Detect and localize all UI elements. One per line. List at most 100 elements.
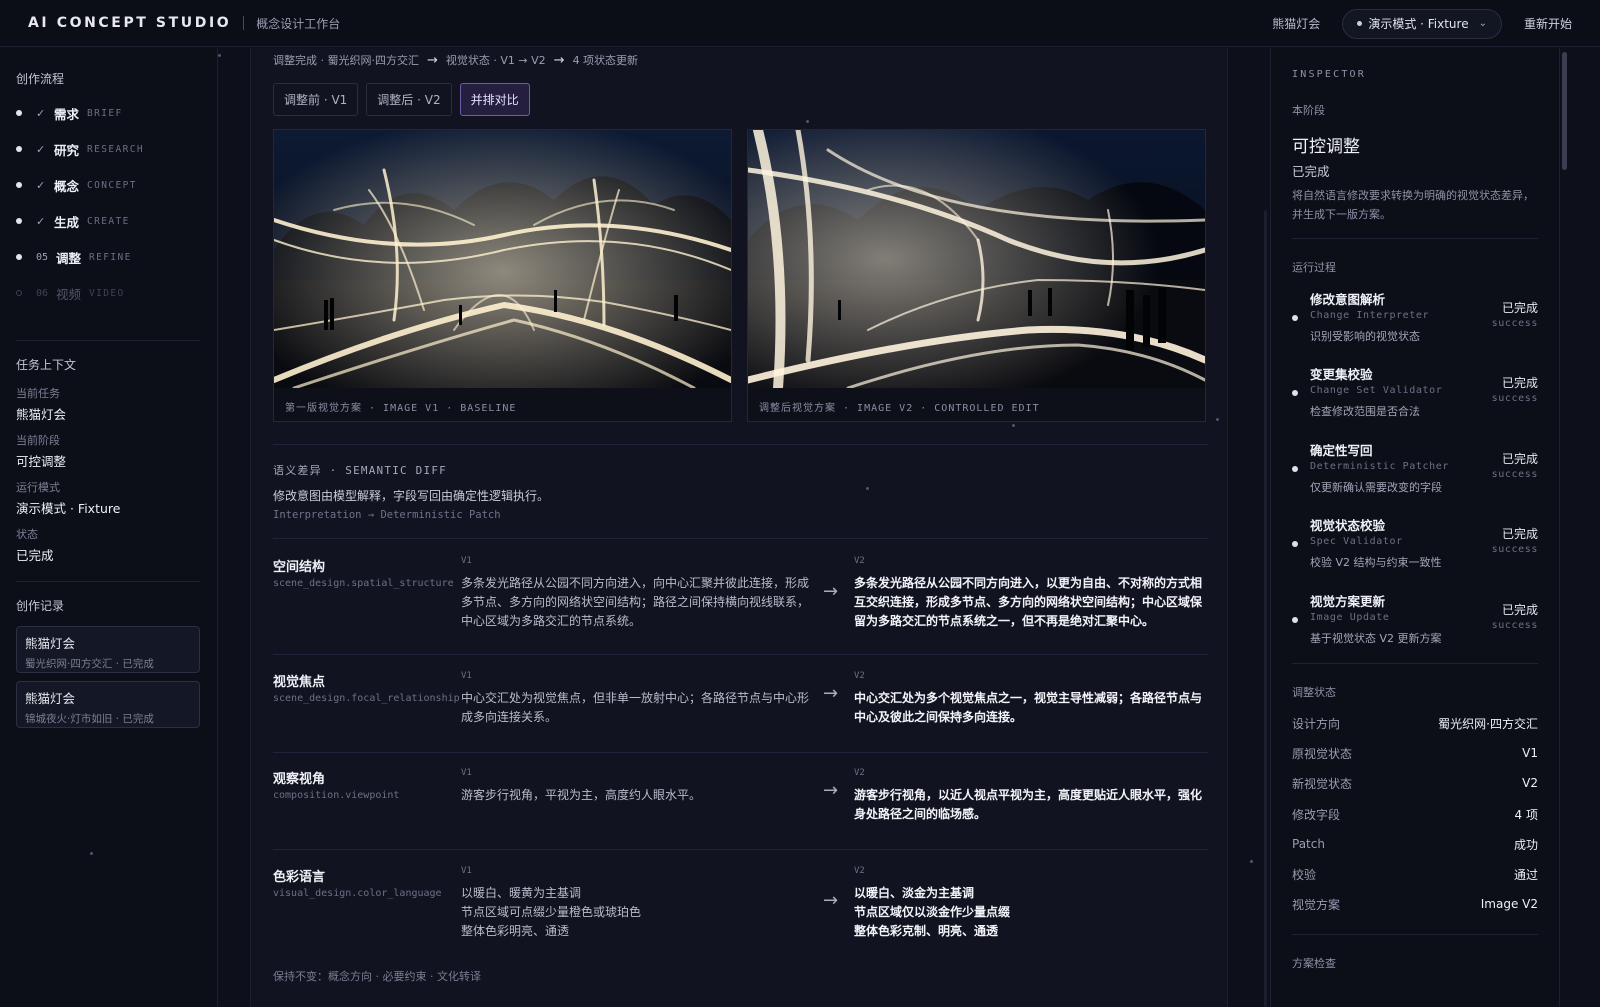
process-name-en: Deterministic Patcher [1310,461,1450,472]
sparkle-dot [90,852,93,855]
process-dot-icon [1292,617,1298,623]
step-research[interactable]: ✓ 研究 RESEARCH [16,139,144,159]
image-card-v1[interactable]: 第一版视觉方案 · IMAGE V1 · BASELINE [273,129,732,422]
process-dot-icon [1292,541,1298,547]
record-card[interactable]: 熊猫灯会 锦城夜火·灯市如旧 · 已完成 [16,681,200,728]
adjust-value: 蜀光织网·四方交汇 [1438,716,1538,731]
step-create[interactable]: ✓ 生成 CREATE [16,211,130,231]
sparkle-dot [806,120,809,123]
top-actions: 熊猫灯会 演示模式 · Fixture ⌄ 重新开始 [1272,0,1572,47]
adjust-row: 设计方向 蜀光织网·四方交汇 [1292,713,1538,733]
step-number: 05 [36,251,49,263]
restart-button[interactable]: 重新开始 [1524,15,1572,32]
process-step: 变更集校验 Change Set Validator 检查修改范围是否合法 已完… [1292,364,1538,428]
step-refine[interactable]: 05 调整 REFINE [16,247,132,267]
step-label-en: BRIEF [87,107,123,119]
image-caption-v1: 第一版视觉方案 · IMAGE V1 · BASELINE [285,403,517,414]
tab-before-v1[interactable]: 调整前 · V1 [273,83,359,116]
inspector-tag: INSPECTOR [1292,69,1366,80]
brand-logo: AI CONCEPT STUDIO [28,15,232,31]
stage-description: 将自然语言修改要求转换为明确的视觉状态差异，并生成下一版方案。 [1292,189,1534,221]
process-title: 运行过程 [1292,261,1336,274]
breadcrumb: 调整完成 · 蜀光织网·四方交汇 → 视觉状态 · V1 → V2 → 4 项状… [273,52,638,68]
lantern-scene-v2 [748,130,1205,388]
diff-v1-line: 节点区域可点缀少量橙色或琥珀色 [461,905,642,919]
row-divider [273,849,1208,850]
adjust-value: V1 [1522,746,1538,760]
tab-side-by-side[interactable]: 并排对比 [459,83,530,116]
image-caption-v2: 调整后视觉方案 · IMAGE V2 · CONTROLLED EDIT [759,403,1040,414]
v1-tag: V1 [461,866,472,876]
inspector-divider [1292,238,1538,239]
diff-field-key: scene_design.spatial_structure [273,578,454,589]
record-card[interactable]: 熊猫灯会 蜀光织网·四方交汇 · 已完成 [16,626,200,673]
main-scrollbar[interactable] [1264,210,1267,1007]
step-label-en: VIDEO [89,287,125,299]
record-title: 熊猫灯会 [25,636,76,651]
breadcrumb-item: 4 项状态更新 [572,54,639,67]
process-name: 视觉方案更新 [1310,594,1386,609]
record-title: 熊猫灯会 [25,691,76,706]
sparkle-dot [1250,860,1253,863]
process-status-en: success [1491,620,1538,631]
adjust-row: 新视觉状态 V2 [1292,773,1538,793]
diff-label: 色彩语言 [273,870,326,885]
sparkle-dot [218,54,221,57]
chevron-down-icon: ⌄ [1478,18,1487,29]
arrow-right-icon: → [823,581,839,602]
diff-v1-line: 以暖白、暖黄为主基调 [461,886,582,900]
brand-subtitle: 概念设计工作台 [256,16,341,31]
process-status: 已完成 [1501,603,1538,617]
adjust-value: V2 [1522,776,1538,790]
adjust-value: 通过 [1513,867,1538,882]
context-value: 可控调整 [16,454,67,469]
mode-selector[interactable]: 演示模式 · Fixture ⌄ [1342,8,1502,39]
process-status-en: success [1491,318,1538,329]
step-label-en: CREATE [87,215,130,227]
adjust-row: Patch 成功 [1292,834,1538,854]
status-dot-icon [1357,21,1363,26]
stage-status: 已完成 [1292,164,1330,179]
diff-v1-text: 游客步行视角，平视为主，高度约人眼水平。 [461,788,702,802]
diff-v2-line: 整体色彩克制、明亮、通透 [854,924,999,938]
sidebar-divider [16,340,200,341]
step-video[interactable]: 06 视频 VIDEO [16,283,125,303]
process-desc: 基于视觉状态 V2 更新方案 [1310,632,1442,645]
step-label: 需求 [54,106,80,122]
check-icon: ✓ [36,178,46,192]
process-step: 视觉方案更新 Image Update 基于视觉状态 V2 更新方案 已完成 s… [1292,591,1538,655]
process-desc: 检查修改范围是否合法 [1310,405,1420,418]
semantic-diff-subtitle: Interpretation → Deterministic Patch [273,509,501,521]
check-title: 方案检查 [1292,957,1336,970]
diff-v2-text: 多条发光路径从公园不同方向进入，以更为自由、不对称的方式相互交织连接，形成多节点… [854,576,1203,628]
step-concept[interactable]: ✓ 概念 CONCEPT [16,175,137,195]
process-desc: 校验 V2 结构与约束一致性 [1310,556,1442,569]
step-brief[interactable]: ✓ 需求 BRIEF [16,103,123,123]
breadcrumb-arrow-icon: → [427,52,438,68]
diff-label: 空间结构 [273,560,326,575]
context-title: 任务上下文 [16,358,77,372]
diff-v2-text: 游客步行视角，以近人视点平视为主，高度更贴近人眼水平，强化身处路径之间的临场感。 [854,788,1203,821]
inspector-scrollbar[interactable] [1562,52,1567,170]
adjust-key: Patch [1292,837,1325,851]
context-label: 状态 [16,528,38,541]
diff-v1-text: 中心交汇处为视觉焦点，但非单一放射中心；各路径节点与中心形成多向连接关系。 [461,691,810,724]
step-label-en: RESEARCH [87,143,144,155]
adjust-value: Image V2 [1480,897,1538,911]
step-label: 视频 [56,286,82,302]
context-label: 运行模式 [16,481,60,494]
image-card-v2[interactable]: 调整后视觉方案 · IMAGE V2 · CONTROLLED EDIT [747,129,1206,422]
process-status: 已完成 [1501,527,1538,541]
process-status: 已完成 [1501,452,1538,466]
adjust-key: 设计方向 [1292,716,1341,731]
v2-tag: V2 [854,671,865,681]
step-label: 概念 [54,178,80,194]
current-task-label: 熊猫灯会 [1272,17,1321,31]
context-value: 熊猫灯会 [16,407,67,422]
tab-after-v2[interactable]: 调整后 · V2 [366,83,452,116]
flow-title: 创作流程 [16,72,65,86]
check-icon: ✓ [36,142,46,156]
render-image-v1 [274,130,731,388]
arrow-right-icon: → [823,890,839,911]
arrow-right-icon: → [823,780,839,801]
